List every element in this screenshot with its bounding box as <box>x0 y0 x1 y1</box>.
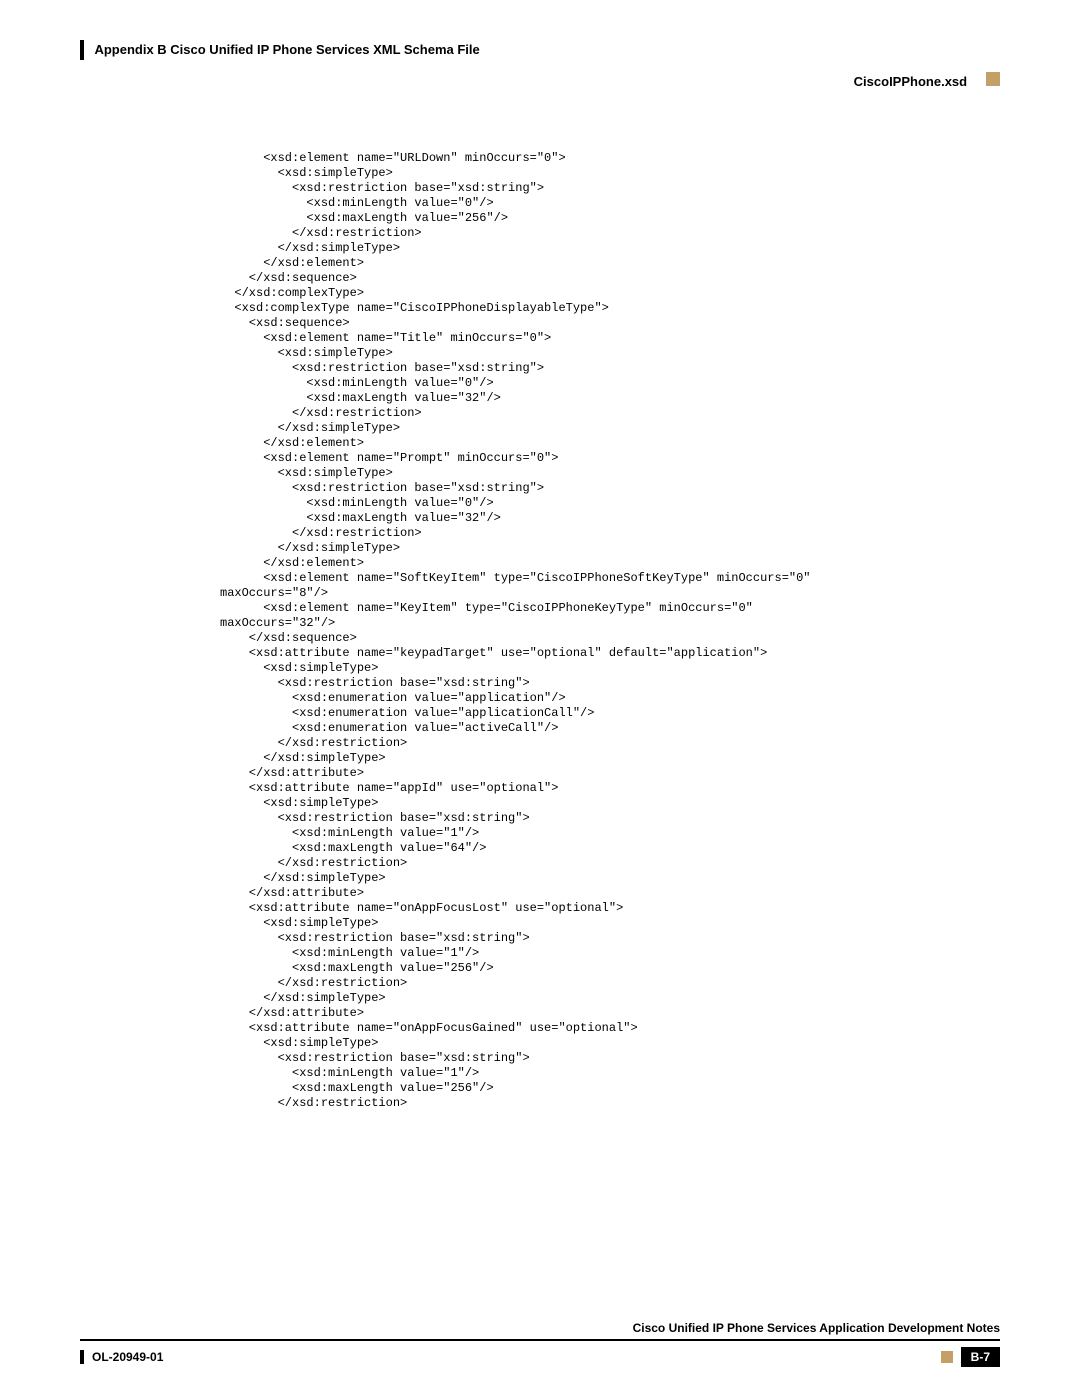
footer-right: B-7 <box>941 1347 1000 1367</box>
footer-left: OL-20949-01 <box>80 1350 163 1364</box>
footer: Cisco Unified IP Phone Services Applicat… <box>80 1321 1000 1367</box>
footer-left-bar-icon <box>80 1350 84 1364</box>
page-number: B-7 <box>961 1347 1000 1367</box>
footer-square-icon <box>941 1351 953 1363</box>
section-header: CiscoIPPhone.xsd <box>80 72 1000 91</box>
doc-id: OL-20949-01 <box>92 1350 163 1364</box>
code-block: <xsd:element name="URLDown" minOccurs="0… <box>220 151 1000 1111</box>
appendix-label: Appendix B Cisco Unified IP Phone Servic… <box>80 40 480 60</box>
square-icon <box>986 72 1000 86</box>
section-title: CiscoIPPhone.xsd <box>854 74 967 89</box>
footer-row: OL-20949-01 B-7 <box>80 1347 1000 1367</box>
header-row: Appendix B Cisco Unified IP Phone Servic… <box>80 40 1000 60</box>
footer-line <box>80 1339 1000 1341</box>
chapter-bar-icon <box>80 40 84 60</box>
footer-doc-title: Cisco Unified IP Phone Services Applicat… <box>80 1321 1000 1335</box>
appendix-title: Appendix B Cisco Unified IP Phone Servic… <box>94 42 479 57</box>
